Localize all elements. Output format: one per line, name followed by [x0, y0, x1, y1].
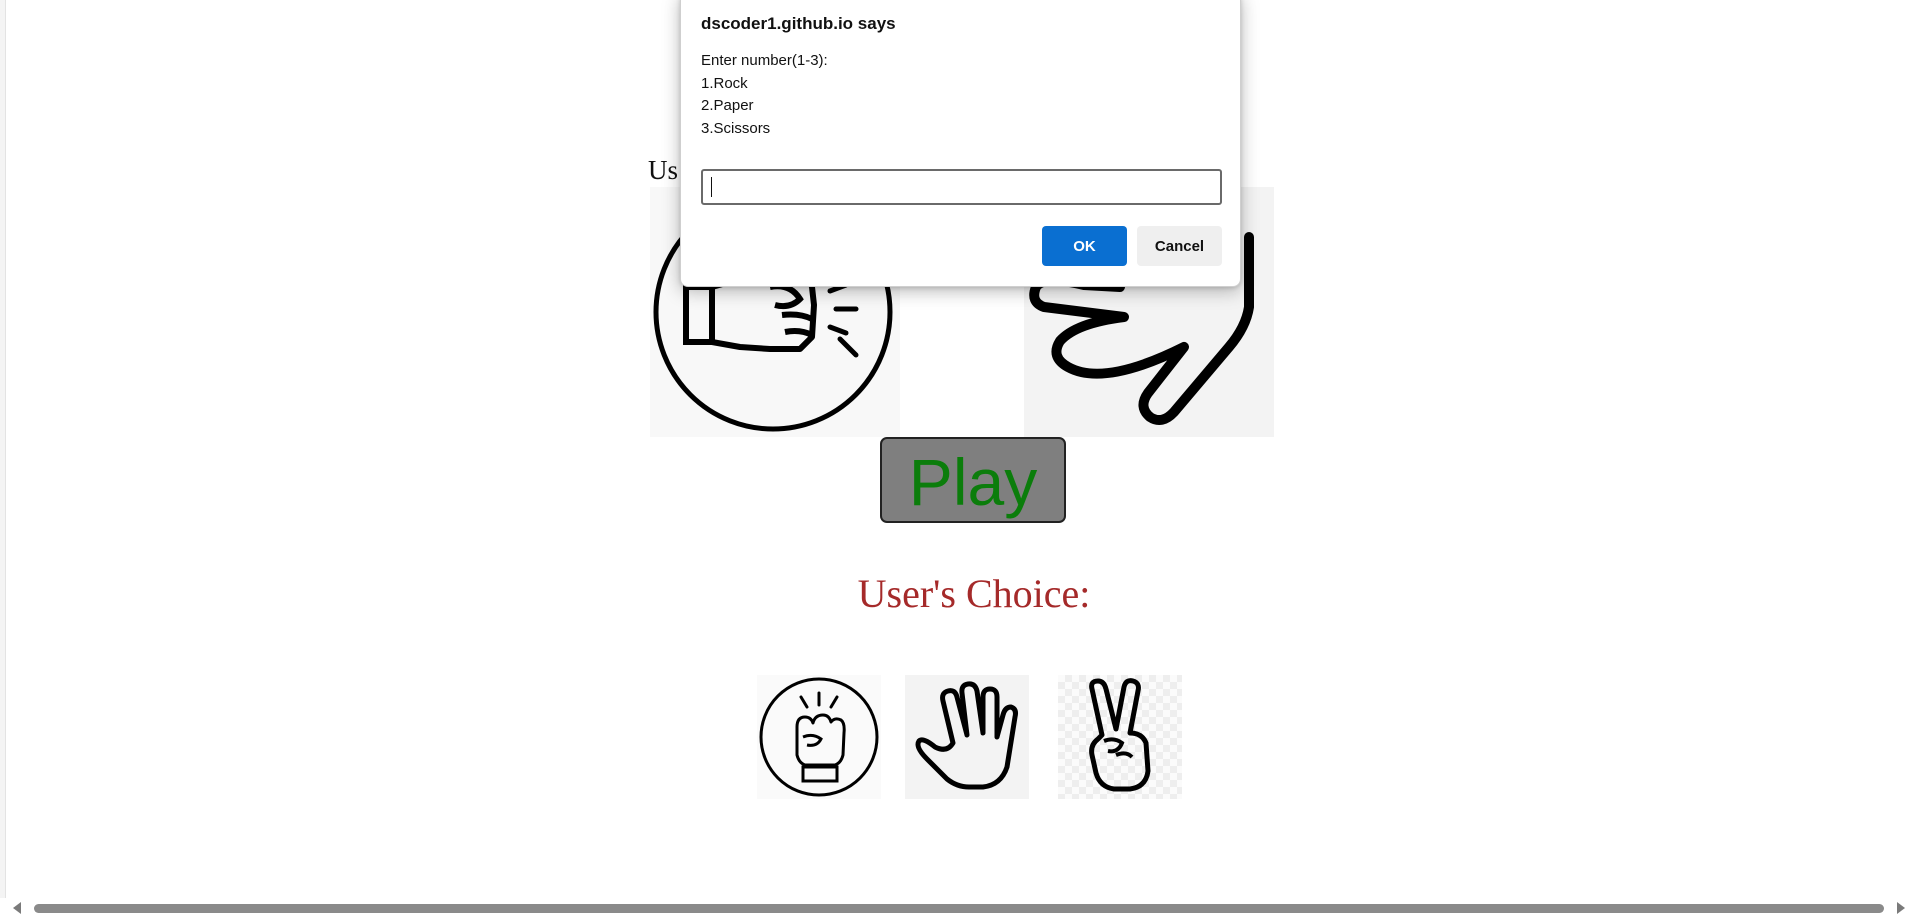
dialog-message-line: 3.Scissors — [701, 119, 771, 137]
choice-rock[interactable] — [757, 675, 881, 799]
horizontal-scrollbar[interactable] — [0, 898, 1920, 917]
dialog-message-line: Enter number(1-3): — [701, 52, 828, 69]
ok-button[interactable]: OK — [1042, 226, 1127, 266]
scissors-peace-icon — [1089, 678, 1151, 792]
choice-scissors[interactable] — [1058, 675, 1182, 799]
scrollbar-thumb[interactable] — [34, 904, 1884, 913]
user-heading-partial: Us — [648, 155, 679, 185]
play-button[interactable]: Play — [880, 437, 1066, 523]
choice-paper[interactable] — [905, 675, 1029, 799]
paper-hand-icon — [915, 681, 1018, 790]
dialog-title: dscoder1.github.io says — [701, 14, 896, 33]
scroll-right-arrow-icon[interactable] — [1897, 902, 1905, 914]
prompt-dialog: dscoder1.github.io says Enter number(1-3… — [680, 0, 1241, 287]
text-caret — [711, 177, 712, 197]
dialog-message-line: 1.Rock — [701, 74, 748, 92]
prompt-input[interactable] — [701, 169, 1222, 205]
dialog-message-line: 2.Paper — [701, 97, 754, 114]
users-choice-heading: User's Choice: — [857, 571, 1091, 616]
dialog-message: Enter number(1-3): 1.Rock 2.Paper 3.Scis… — [701, 50, 828, 140]
cancel-button[interactable]: Cancel — [1137, 226, 1222, 266]
rock-fist-icon — [759, 677, 879, 797]
window-left-edge — [0, 0, 6, 905]
scroll-left-arrow-icon[interactable] — [13, 902, 21, 914]
